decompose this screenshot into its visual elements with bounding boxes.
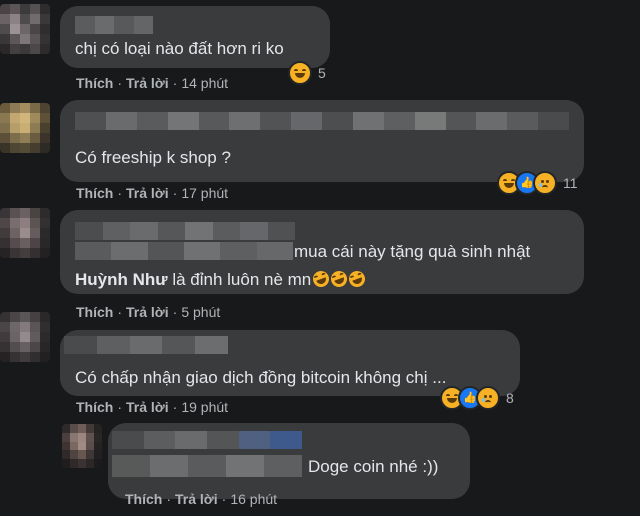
comment-text-line-2: Huỳnh Như là đỉnh luôn nè mn [75, 268, 368, 290]
comment-text: chị có loại nào đất hơn ri ko [75, 39, 284, 58]
blurred-author-name[interactable] [112, 431, 303, 449]
comment-text: Có chấp nhận giao dịch đồng bitcoin khôn… [75, 368, 447, 387]
comment-text: Có freeship k shop ? [75, 148, 231, 167]
comment-2: Có freeship k shop ? 👍 11 Thích · Trả lời ·… [0, 100, 640, 210]
comment-bubble: mua cái này tặng quà sinh nhật Huỳnh Như… [60, 210, 584, 294]
reply-actions: Thích · Trả lời · 16 phút [125, 491, 278, 507]
haha-reaction-icon [288, 61, 312, 85]
like-link[interactable]: Thích [76, 75, 113, 91]
like-link[interactable]: Thích [125, 491, 162, 507]
comment-actions: Thích · Trả lời · 17 phút [76, 185, 229, 201]
comment-time[interactable]: 17 phút [181, 185, 228, 201]
avatar[interactable] [0, 4, 50, 54]
comment-time[interactable]: 14 phút [181, 75, 228, 91]
reaction-count: 5 [318, 65, 326, 81]
reply-link[interactable]: Trả lời [126, 75, 169, 91]
reaction-summary[interactable]: 5 [288, 61, 326, 85]
reply-text: Doge coin nhé :)) [308, 457, 439, 476]
like-link[interactable]: Thích [76, 399, 113, 415]
comment-actions: Thích · Trả lời · 14 phút [76, 75, 229, 91]
comment-4: Có chấp nhận giao dịch đồng bitcoin khôn… [0, 310, 640, 420]
rofl-emoji-icon [328, 268, 350, 290]
comment-3: mua cái này tặng quà sinh nhật Huỳnh Như… [0, 208, 640, 320]
reaction-summary[interactable]: 👍 8 [440, 386, 514, 410]
reply-link[interactable]: Trả lời [126, 185, 169, 201]
comment-bubble: chị có loại nào đất hơn ri ko [60, 6, 330, 68]
blurred-author-name [112, 455, 302, 477]
reply-link[interactable]: Trả lời [126, 399, 169, 415]
reaction-count: 8 [506, 390, 514, 406]
blurred-author-name [75, 242, 293, 260]
avatar[interactable] [0, 208, 50, 258]
avatar[interactable] [0, 312, 50, 362]
avatar[interactable] [62, 424, 102, 468]
comment-text-line-1: mua cái này tặng quà sinh nhật [294, 242, 531, 261]
blurred-author-name[interactable] [75, 112, 569, 130]
like-link[interactable]: Thích [76, 185, 113, 201]
blurred-author-name[interactable] [75, 222, 295, 240]
sad-reaction-icon [476, 386, 500, 410]
blurred-author-name[interactable] [64, 336, 228, 354]
blurred-author-name[interactable] [75, 16, 153, 34]
rofl-emoji-icon [346, 268, 368, 290]
sad-reaction-icon [533, 171, 557, 195]
reply-link[interactable]: Trả lời [175, 491, 218, 507]
comment-time[interactable]: 19 phút [181, 399, 228, 415]
reply-comment: Doge coin nhé :)) Thích · Trả lời · 16 phút [0, 420, 640, 516]
reaction-count: 11 [563, 175, 578, 191]
avatar[interactable] [0, 103, 50, 153]
reaction-summary[interactable]: 👍 11 [497, 171, 578, 195]
comment-bubble: Có freeship k shop ? [60, 100, 584, 182]
reply-bubble: Doge coin nhé :)) [108, 423, 470, 499]
reply-time[interactable]: 16 phút [230, 491, 277, 507]
mention-link[interactable]: Huỳnh Như [75, 270, 168, 289]
comment-actions: Thích · Trả lời · 19 phút [76, 399, 229, 415]
rofl-emoji-icon [310, 268, 332, 290]
comment-text: là đỉnh luôn nè mn [167, 270, 312, 289]
comment-1: chị có loại nào đất hơn ri ko 5 Thích · Tr… [0, 0, 640, 100]
